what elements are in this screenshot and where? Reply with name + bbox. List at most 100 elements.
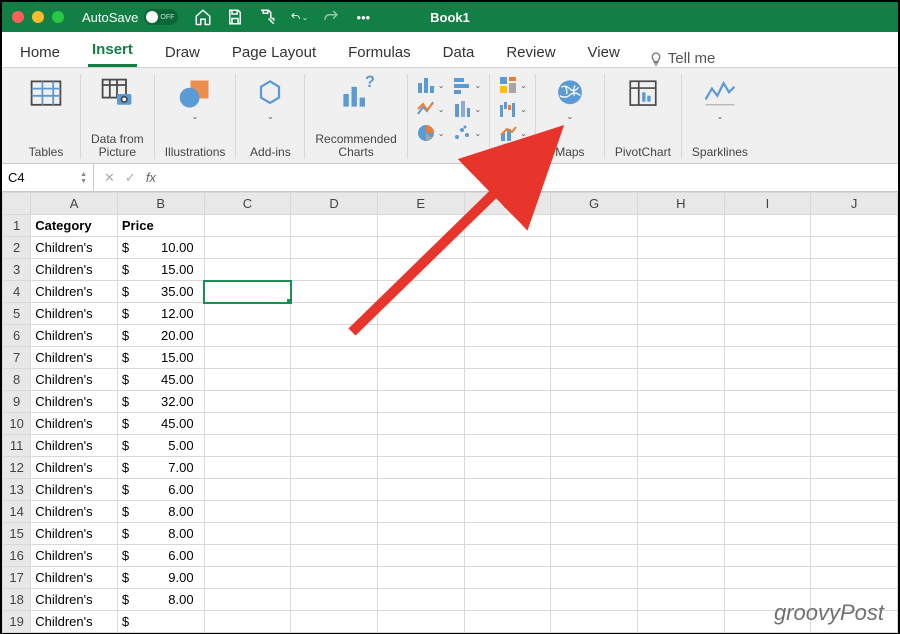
cell[interactable] [551, 391, 638, 413]
cell[interactable]: $6.00 [117, 545, 204, 567]
row-header[interactable]: 19 [3, 611, 31, 633]
cell[interactable] [204, 237, 291, 259]
tab-home[interactable]: Home [16, 38, 64, 67]
col-header[interactable]: B [117, 193, 204, 215]
maps-button[interactable]: ⌄ [546, 74, 594, 123]
row-header[interactable]: 9 [3, 391, 31, 413]
fullscreen-icon[interactable] [52, 11, 64, 23]
cell[interactable] [637, 347, 724, 369]
cell[interactable] [464, 303, 551, 325]
cell[interactable] [811, 259, 898, 281]
cell[interactable] [724, 303, 811, 325]
cell[interactable] [464, 567, 551, 589]
data-from-picture-button[interactable] [93, 74, 141, 114]
cell[interactable]: $12.00 [117, 303, 204, 325]
spreadsheet-grid[interactable]: ABCDEFGHIJ1CategoryPrice2Children's$10.0… [2, 192, 898, 633]
cell[interactable] [204, 347, 291, 369]
cell[interactable] [204, 391, 291, 413]
cell[interactable] [464, 501, 551, 523]
cell[interactable] [811, 215, 898, 237]
cell[interactable] [811, 325, 898, 347]
cell[interactable] [377, 215, 464, 237]
row-header[interactable]: 16 [3, 545, 31, 567]
cell[interactable] [291, 435, 378, 457]
cell[interactable] [724, 545, 811, 567]
name-box[interactable]: C4 ▲▼ [2, 164, 94, 191]
cell[interactable] [551, 567, 638, 589]
cell[interactable] [464, 457, 551, 479]
cell[interactable] [637, 479, 724, 501]
cell[interactable] [291, 479, 378, 501]
cell[interactable] [204, 457, 291, 479]
cell[interactable] [551, 501, 638, 523]
cell[interactable]: Children's [31, 391, 118, 413]
col-header[interactable]: H [637, 193, 724, 215]
cell[interactable]: $10.00 [117, 237, 204, 259]
cell[interactable] [377, 325, 464, 347]
cell[interactable]: $32.00 [117, 391, 204, 413]
col-header[interactable]: C [204, 193, 291, 215]
cell[interactable] [291, 369, 378, 391]
tab-data[interactable]: Data [439, 38, 479, 67]
cell[interactable] [637, 369, 724, 391]
row-header[interactable]: 11 [3, 435, 31, 457]
tab-view[interactable]: View [584, 38, 624, 67]
formula-input[interactable] [166, 164, 898, 191]
cell[interactable] [464, 435, 551, 457]
cell[interactable]: $8.00 [117, 523, 204, 545]
cell[interactable] [291, 567, 378, 589]
cell[interactable] [637, 237, 724, 259]
cell[interactable] [811, 479, 898, 501]
row-header[interactable]: 13 [3, 479, 31, 501]
cell[interactable] [377, 479, 464, 501]
row-header[interactable]: 14 [3, 501, 31, 523]
cell[interactable]: $20.00 [117, 325, 204, 347]
cell[interactable]: $45.00 [117, 369, 204, 391]
cell[interactable] [551, 611, 638, 633]
cell[interactable] [724, 567, 811, 589]
pie-chart-button[interactable]: ⌄ [414, 122, 447, 144]
cell[interactable] [204, 215, 291, 237]
cell[interactable] [377, 369, 464, 391]
cell[interactable]: Children's [31, 545, 118, 567]
cell[interactable] [724, 479, 811, 501]
tables-button[interactable] [22, 74, 70, 114]
tell-me[interactable]: Tell me [648, 50, 716, 67]
cell[interactable] [811, 281, 898, 303]
column-chart-button[interactable]: ⌄ [414, 74, 447, 96]
cell[interactable]: Children's [31, 281, 118, 303]
tab-review[interactable]: Review [502, 38, 559, 67]
tab-formulas[interactable]: Formulas [344, 38, 415, 67]
cell[interactable] [377, 611, 464, 633]
cell[interactable] [291, 347, 378, 369]
cell[interactable] [291, 303, 378, 325]
cell[interactable]: Children's [31, 567, 118, 589]
cell[interactable] [724, 237, 811, 259]
cell[interactable]: Children's [31, 435, 118, 457]
cell[interactable] [811, 435, 898, 457]
cell[interactable] [551, 369, 638, 391]
cell[interactable]: $15.00 [117, 347, 204, 369]
sparklines-button[interactable]: ⌄ [696, 74, 744, 123]
row-header[interactable]: 8 [3, 369, 31, 391]
cell[interactable] [204, 435, 291, 457]
combo-chart-button[interactable]: ⌄ [496, 122, 529, 144]
row-header[interactable]: 1 [3, 215, 31, 237]
cell[interactable]: $8.00 [117, 501, 204, 523]
cell[interactable] [204, 611, 291, 633]
cell[interactable] [204, 281, 291, 303]
recommended-charts-button[interactable]: ? [332, 74, 380, 114]
cell[interactable] [204, 567, 291, 589]
hierarchy-chart-button[interactable]: ⌄ [496, 74, 529, 96]
cell[interactable] [464, 215, 551, 237]
cell[interactable] [724, 259, 811, 281]
namebox-spinner[interactable]: ▲▼ [80, 171, 87, 185]
cell[interactable] [637, 501, 724, 523]
cell[interactable] [551, 523, 638, 545]
cell[interactable] [551, 545, 638, 567]
cell[interactable]: Children's [31, 457, 118, 479]
cell[interactable] [377, 413, 464, 435]
cell[interactable] [637, 457, 724, 479]
cell[interactable] [377, 259, 464, 281]
cell[interactable] [724, 369, 811, 391]
